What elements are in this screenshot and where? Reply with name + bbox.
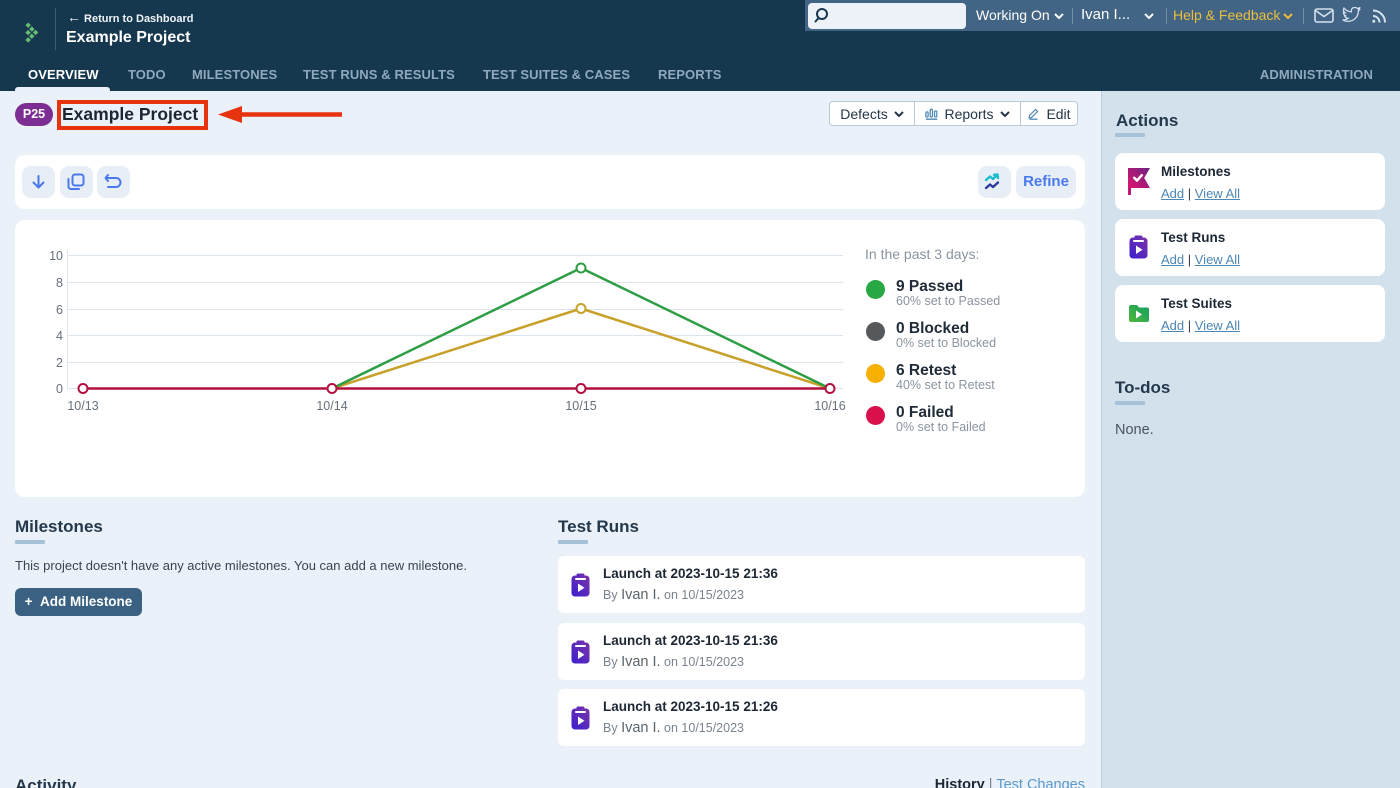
svg-text:8: 8 <box>56 276 63 290</box>
svg-text:2: 2 <box>56 356 63 370</box>
svg-text:4: 4 <box>56 329 63 343</box>
svg-text:10/14: 10/14 <box>316 399 347 413</box>
svg-text:10/15: 10/15 <box>565 399 596 413</box>
svg-text:6: 6 <box>56 303 63 317</box>
svg-text:10/16: 10/16 <box>814 399 845 413</box>
svg-text:10/13: 10/13 <box>67 399 98 413</box>
svg-text:10: 10 <box>49 249 63 263</box>
svg-text:0: 0 <box>56 382 63 396</box>
